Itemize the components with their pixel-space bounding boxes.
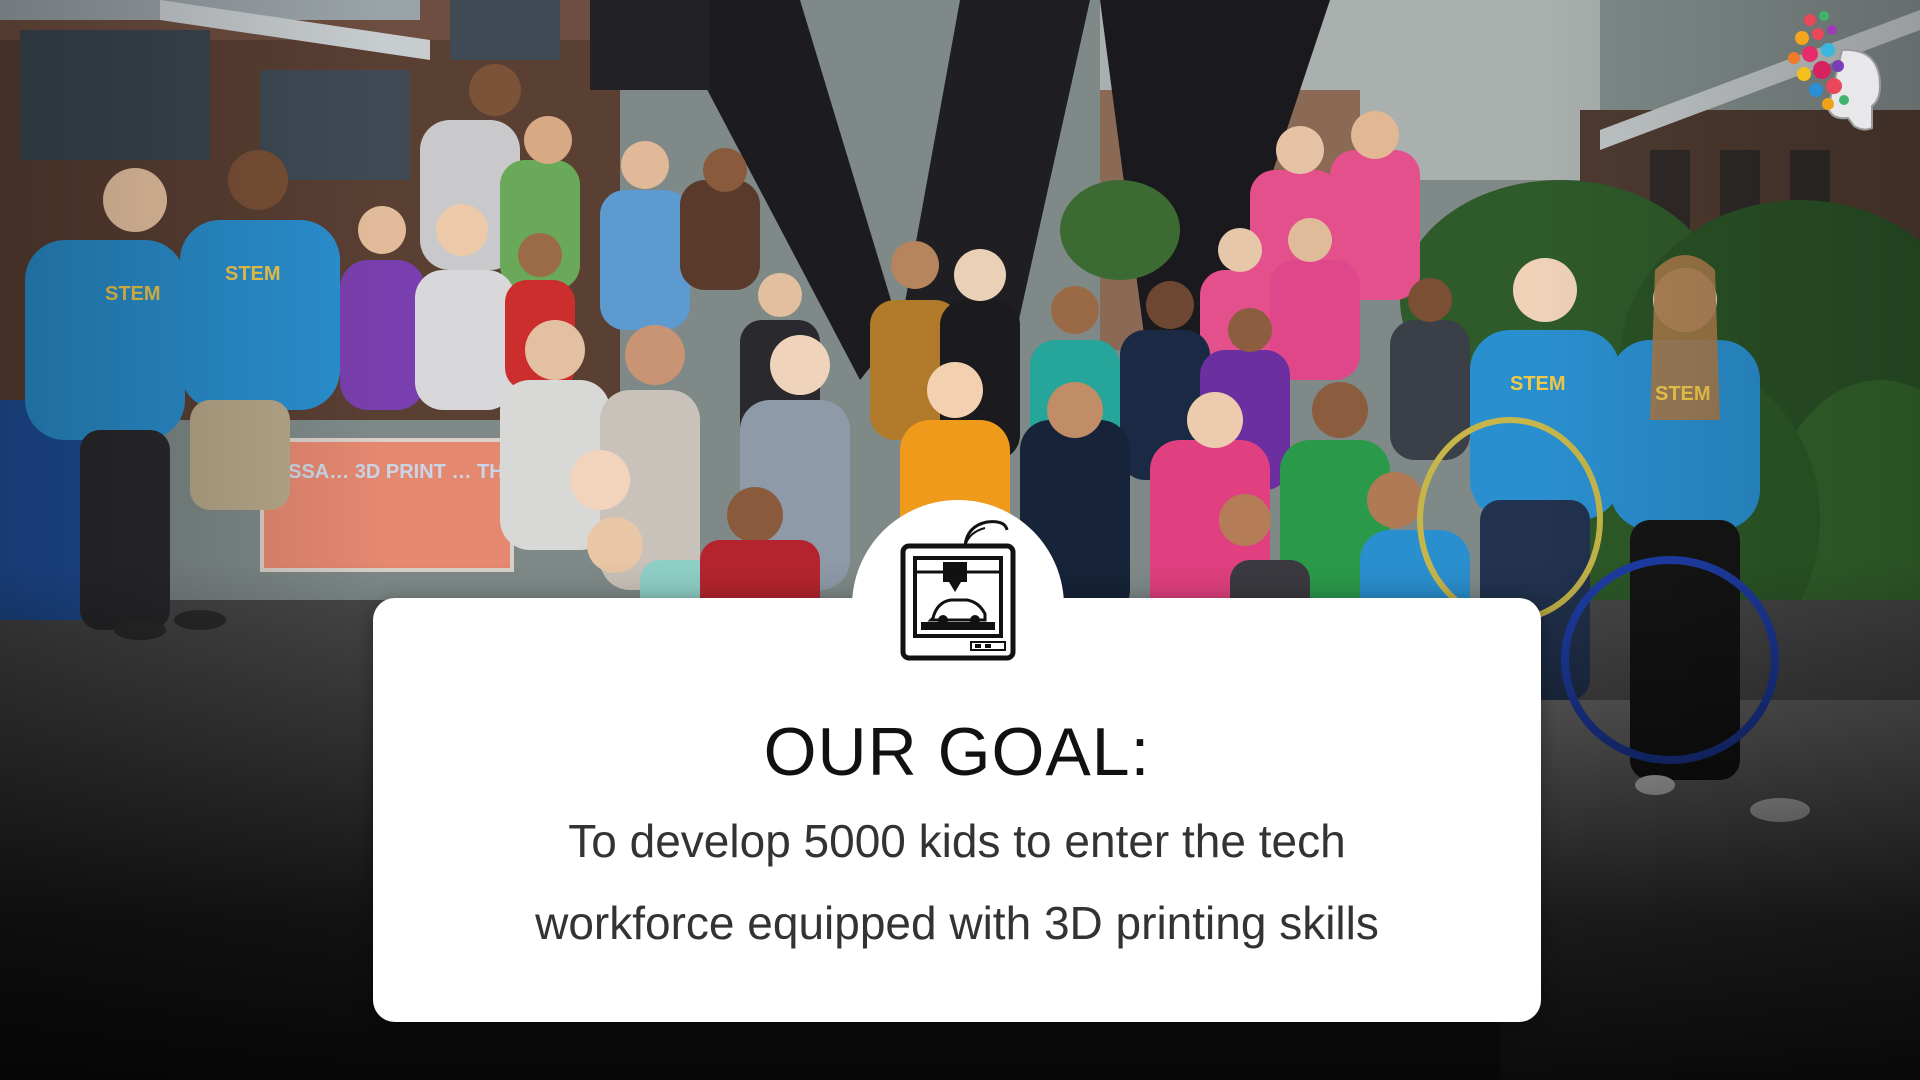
svg-text:STEM: STEM: [225, 263, 281, 285]
goal-description-line-1: To develop 5000 kids to enter the tech: [568, 815, 1346, 867]
colorful-dots-head-logo-icon: [1788, 11, 1882, 131]
svg-text:STEM: STEM: [105, 283, 161, 305]
goal-title: OUR GOAL:: [763, 714, 1151, 790]
goal-description: To develop 5000 kids to enter the tech w…: [373, 800, 1541, 964]
slide: GOT ISSA… 3D PRINT … THEM! STEM STEM STE…: [0, 0, 1920, 1080]
svg-text:STEM: STEM: [1510, 373, 1566, 395]
3d-printer-icon: [900, 520, 1016, 661]
goal-description-line-2: workforce equipped with 3D printing skil…: [535, 897, 1379, 949]
svg-text:STEM: STEM: [1655, 383, 1711, 405]
